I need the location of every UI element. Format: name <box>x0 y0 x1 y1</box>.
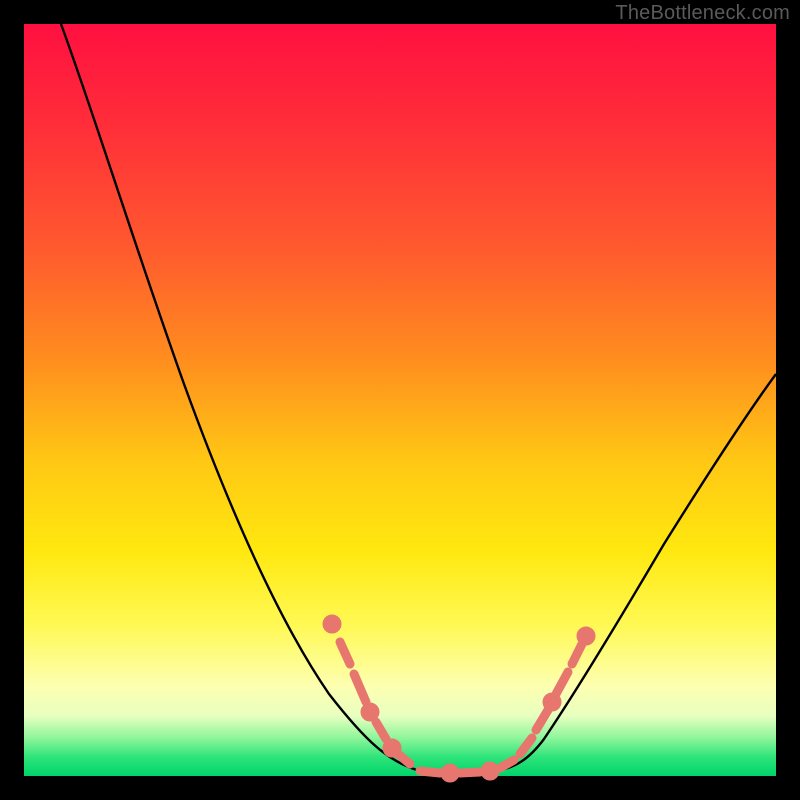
marker-group <box>327 619 591 778</box>
chart-overlay <box>24 24 776 776</box>
chart-stage: TheBottleneck.com <box>0 0 800 800</box>
attribution-label: TheBottleneck.com <box>615 2 790 25</box>
bottleneck-curve <box>61 24 776 774</box>
